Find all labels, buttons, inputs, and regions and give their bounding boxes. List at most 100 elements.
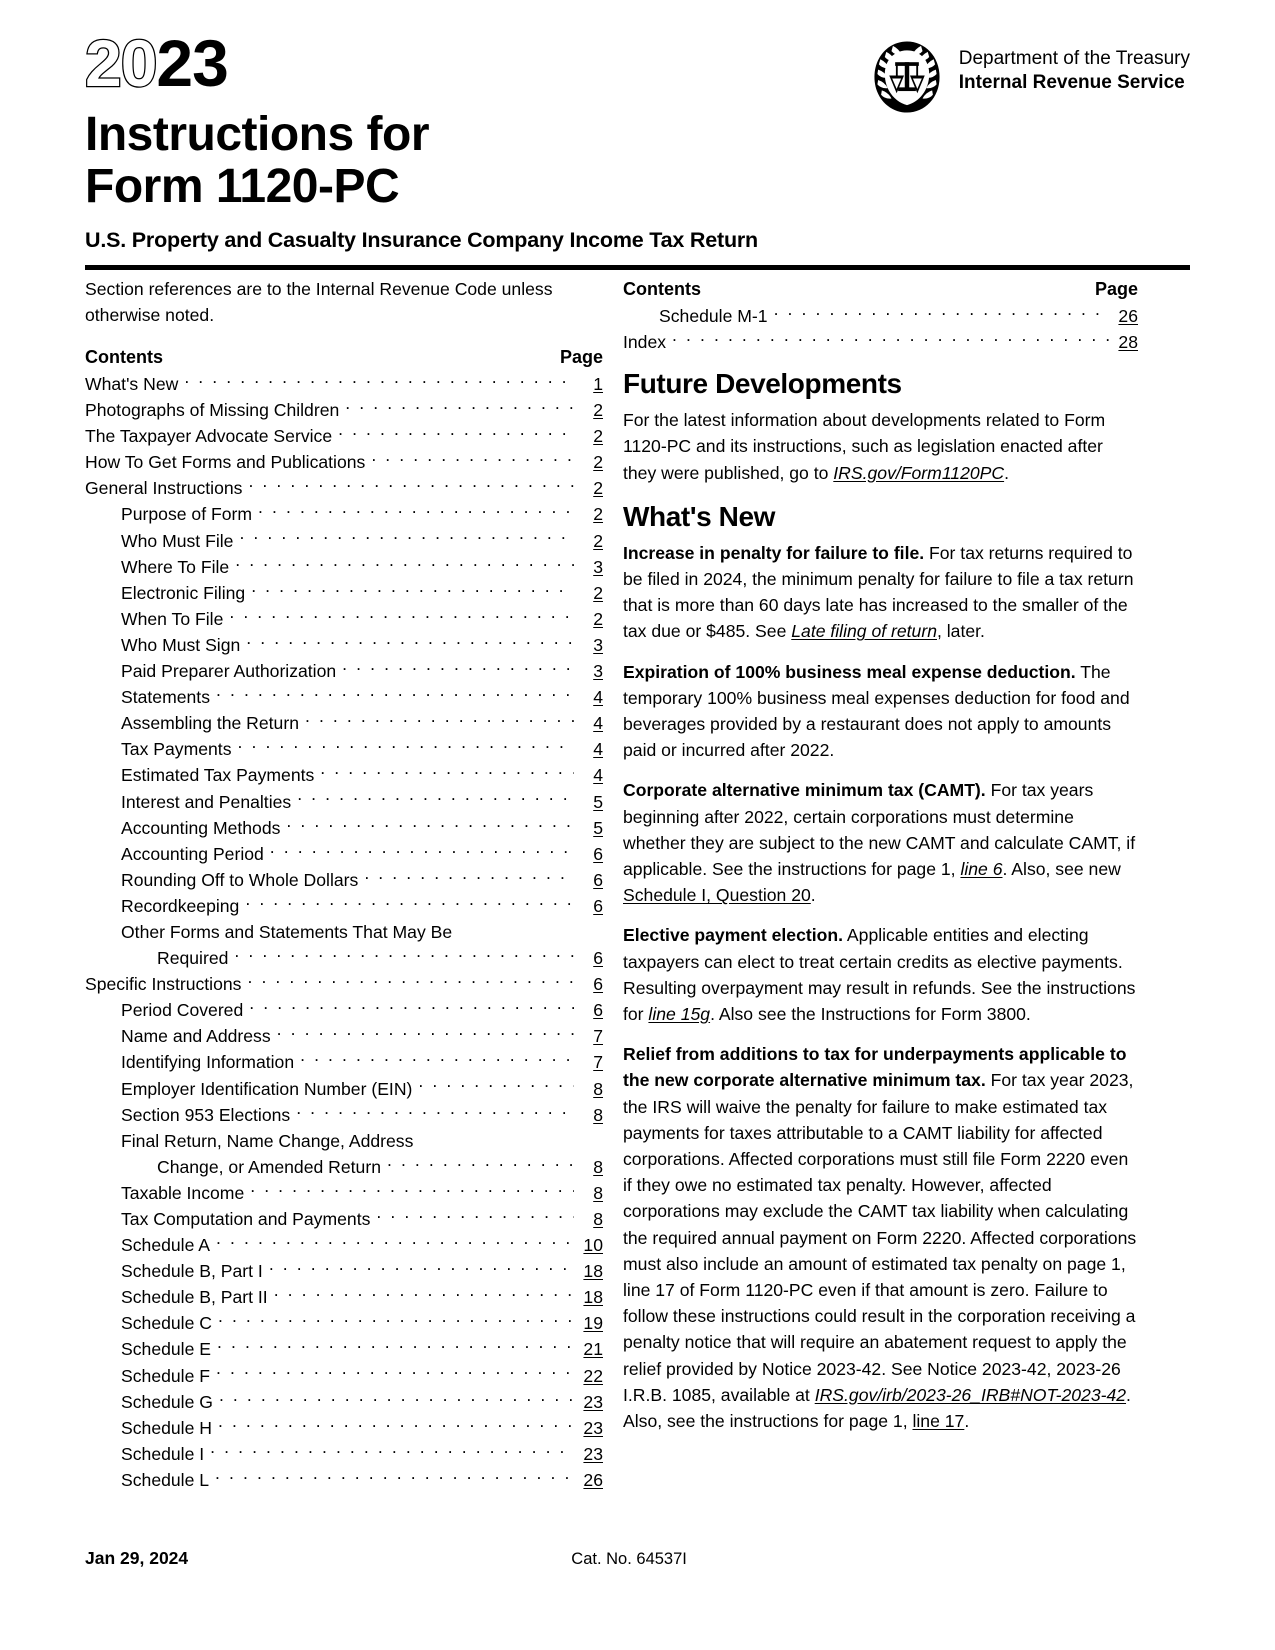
toc-page-number[interactable]: 28 <box>1109 329 1138 355</box>
toc-page-number[interactable]: 6 <box>574 893 603 919</box>
toc-page-number[interactable]: 2 <box>574 580 603 606</box>
toc-page-number[interactable]: 8 <box>574 1154 603 1180</box>
toc-entry[interactable]: Who Must Sign 3 <box>85 632 603 658</box>
toc-entry[interactable]: Statements 4 <box>85 684 603 710</box>
toc-page-number[interactable]: 4 <box>574 736 603 762</box>
toc-entry[interactable]: Section 953 Elections 8 <box>85 1102 603 1128</box>
toc-entry[interactable]: Identifying Information 7 <box>85 1049 603 1075</box>
whats-new-inline-link[interactable]: line 15g <box>648 1004 710 1024</box>
toc-page-number[interactable]: 8 <box>574 1180 603 1206</box>
toc-header-page: Page <box>1094 279 1138 299</box>
toc-entry[interactable]: Schedule L 26 <box>85 1467 603 1493</box>
toc-page-number[interactable]: 18 <box>574 1258 603 1284</box>
toc-page-number[interactable]: 3 <box>574 632 603 658</box>
toc-page-number[interactable]: 6 <box>574 997 603 1023</box>
toc-entry[interactable]: When To File 2 <box>85 606 603 632</box>
toc-page-number[interactable]: 2 <box>574 501 603 527</box>
toc-entry[interactable]: Schedule I 23 <box>85 1441 603 1467</box>
toc-page-number[interactable]: 21 <box>574 1336 603 1362</box>
toc-page-number[interactable]: 19 <box>574 1310 603 1336</box>
toc-entry[interactable]: Schedule C 19 <box>85 1310 603 1336</box>
toc-page-number[interactable]: 18 <box>574 1284 603 1310</box>
toc-page-number[interactable]: 4 <box>574 684 603 710</box>
toc-entry[interactable]: Paid Preparer Authorization 3 <box>85 658 603 684</box>
toc-entry[interactable]: Who Must File 2 <box>85 528 603 554</box>
toc-entry[interactable]: Estimated Tax Payments 4 <box>85 762 603 788</box>
toc-page-number[interactable]: 2 <box>574 449 603 475</box>
fd-text-2: . <box>1004 462 1009 483</box>
toc-entry[interactable]: Tax Payments 4 <box>85 736 603 762</box>
whats-new-inline-link[interactable]: IRS.gov/irb/2023-26_IRB#NOT-2023-42 <box>815 1385 1126 1405</box>
toc-entry[interactable]: Required 6 <box>85 945 603 971</box>
toc-page-number[interactable]: 3 <box>574 658 603 684</box>
toc-page-number[interactable]: 23 <box>574 1389 603 1415</box>
toc-page-number[interactable]: 2 <box>574 475 603 501</box>
toc-entry[interactable]: Schedule A 10 <box>85 1232 603 1258</box>
toc-entry[interactable]: Purpose of Form 2 <box>85 501 603 527</box>
toc-entry[interactable]: Recordkeeping 6 <box>85 893 603 919</box>
toc-page-number[interactable]: 8 <box>574 1102 603 1128</box>
toc-dot-leader <box>218 1416 574 1434</box>
toc-page-number[interactable]: 7 <box>574 1023 603 1049</box>
toc-page-number[interactable]: 6 <box>574 945 603 971</box>
toc-entry[interactable]: Where To File 3 <box>85 554 603 580</box>
toc-entry[interactable]: Photographs of Missing Children 2 <box>85 397 603 423</box>
toc-entry[interactable]: Schedule F 22 <box>85 1363 603 1389</box>
toc-entry[interactable]: Interest and Penalties 5 <box>85 789 603 815</box>
toc-entry[interactable]: Accounting Period 6 <box>85 841 603 867</box>
toc-page-number[interactable]: 3 <box>574 554 603 580</box>
toc-entry[interactable]: The Taxpayer Advocate Service 2 <box>85 423 603 449</box>
toc-page-number[interactable]: 6 <box>574 971 603 997</box>
toc-entry[interactable]: Accounting Methods 5 <box>85 815 603 841</box>
toc-page-number[interactable]: 2 <box>574 397 603 423</box>
toc-entry[interactable]: Schedule G 23 <box>85 1389 603 1415</box>
toc-page-number[interactable]: 10 <box>574 1232 603 1258</box>
whats-new-inline-link[interactable]: Late filing of return <box>791 621 937 641</box>
toc-entry[interactable]: How To Get Forms and Publications 2 <box>85 449 603 475</box>
toc-entry[interactable]: Schedule H 23 <box>85 1415 603 1441</box>
whats-new-inline-link[interactable]: line 6 <box>960 859 1002 879</box>
toc-entry[interactable]: General Instructions 2 <box>85 475 603 501</box>
toc-entry[interactable]: Name and Address 7 <box>85 1023 603 1049</box>
toc-page-number[interactable]: 2 <box>574 528 603 554</box>
toc-page-number[interactable]: 6 <box>574 867 603 893</box>
toc-entry[interactable]: Rounding Off to Whole Dollars 6 <box>85 867 603 893</box>
toc-entry[interactable]: Specific Instructions 6 <box>85 971 603 997</box>
toc-page-number[interactable]: 7 <box>574 1049 603 1075</box>
toc-entry[interactable]: Tax Computation and Payments 8 <box>85 1206 603 1232</box>
toc-page-number[interactable]: 8 <box>574 1076 603 1102</box>
toc-entry[interactable]: Period Covered 6 <box>85 997 603 1023</box>
toc-entry[interactable]: Change, or Amended Return 8 <box>85 1154 603 1180</box>
toc-page-number[interactable]: 2 <box>574 423 603 449</box>
toc-entry[interactable]: Employer Identification Number (EIN) 8 <box>85 1076 603 1102</box>
toc-entry[interactable]: Assembling the Return 4 <box>85 710 603 736</box>
toc-dot-leader <box>418 1077 574 1095</box>
toc-page-number[interactable]: 26 <box>1109 303 1138 329</box>
whats-new-inline-link[interactable]: line 17 <box>912 1411 964 1431</box>
toc-entry[interactable]: Schedule B, Part I 18 <box>85 1258 603 1284</box>
toc-page-number[interactable]: 2 <box>574 606 603 632</box>
fd-irs-link[interactable]: IRS.gov/Form1120PC <box>833 463 1004 483</box>
toc-page-number[interactable]: 5 <box>574 815 603 841</box>
toc-page-number[interactable]: 8 <box>574 1206 603 1232</box>
toc-entry[interactable]: Taxable Income 8 <box>85 1180 603 1206</box>
toc-entry[interactable]: Schedule M-1 26 <box>623 303 1138 329</box>
toc-entry[interactable]: What's New 1 <box>85 371 603 397</box>
toc-page-number[interactable]: 4 <box>574 762 603 788</box>
toc-page-number[interactable]: 4 <box>574 710 603 736</box>
toc-page-number[interactable]: 23 <box>574 1441 603 1467</box>
toc-page-number[interactable]: 23 <box>574 1415 603 1441</box>
toc-page-number[interactable]: 6 <box>574 841 603 867</box>
toc-entry[interactable]: Other Forms and Statements That May Be <box>85 919 603 945</box>
whats-new-inline-link[interactable]: Schedule I, Question 20 <box>623 885 811 905</box>
toc-entry[interactable]: Index 28 <box>623 329 1138 355</box>
toc-entry[interactable]: Final Return, Name Change, Address <box>85 1128 603 1154</box>
toc-page-number[interactable]: 22 <box>574 1363 603 1389</box>
toc-entry-label: Schedule C <box>121 1313 212 1334</box>
toc-entry[interactable]: Electronic Filing 2 <box>85 580 603 606</box>
toc-page-number[interactable]: 26 <box>574 1467 603 1493</box>
toc-page-number[interactable]: 5 <box>574 789 603 815</box>
toc-entry[interactable]: Schedule E 21 <box>85 1336 603 1362</box>
toc-entry[interactable]: Schedule B, Part II 18 <box>85 1284 603 1310</box>
toc-page-number[interactable]: 1 <box>574 371 603 397</box>
